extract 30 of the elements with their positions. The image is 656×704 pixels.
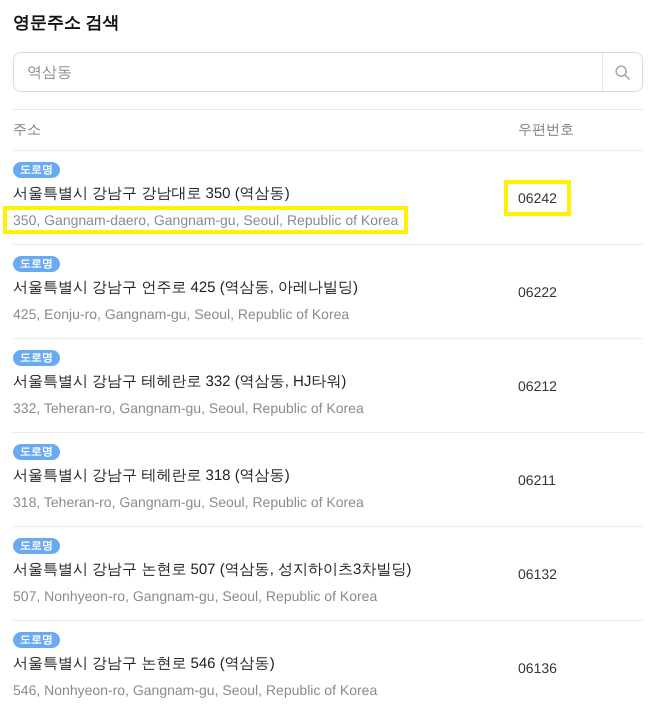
english-address[interactable]: 507, Nonhyeon-ro, Gangnam-gu, Seoul, Republic of Korea — [13, 586, 378, 606]
english-address[interactable]: 332, Teheran-ro, Gangnam-gu, Seoul, Republic of Korea — [13, 398, 364, 418]
english-address[interactable]: 350, Gangnam-daero, Gangnam-gu, Seoul, Republic of Korea — [3, 206, 408, 234]
korean-address[interactable]: 서울특별시 강남구 논현로 507 (역삼동, 성지하이츠3차빌딩) — [13, 560, 412, 580]
road-name-badge: 도로명 — [13, 538, 60, 554]
search-button[interactable] — [602, 52, 643, 92]
korean-address[interactable]: 서울특별시 강남구 강남대로 350 (역삼동) — [13, 184, 290, 204]
english-address[interactable]: 318, Teheran-ro, Gangnam-gu, Seoul, Republic of Korea — [13, 492, 364, 512]
road-name-badge: 도로명 — [13, 256, 60, 272]
road-name-badge: 도로명 — [13, 632, 60, 648]
postal-code: 06132 — [518, 564, 557, 584]
korean-address[interactable]: 서울특별시 강남구 논현로 546 (역삼동) — [13, 654, 275, 674]
korean-address[interactable]: 서울특별시 강남구 테헤란로 318 (역삼동) — [13, 466, 290, 486]
search-icon — [615, 64, 630, 80]
english-address[interactable]: 425, Eonju-ro, Gangnam-gu, Seoul, Republic of Korea — [13, 304, 350, 324]
english-address[interactable]: 546, Nonhyeon-ro, Gangnam-gu, Seoul, Republic of Korea — [13, 680, 378, 700]
column-header: 주소 — [13, 121, 42, 139]
korean-address[interactable]: 서울특별시 강남구 언주로 425 (역삼동, 아레나빌딩) — [13, 278, 358, 298]
korean-address[interactable]: 서울특별시 강남구 테헤란로 332 (역삼동, HJ타워) — [13, 372, 346, 392]
postal-code: 06222 — [518, 282, 557, 302]
postal-code: 06211 — [518, 470, 556, 490]
road-name-badge: 도로명 — [13, 444, 60, 460]
road-name-badge: 도로명 — [13, 162, 60, 178]
postal-code: 06212 — [518, 376, 557, 396]
search-field[interactable]: 역삼동 — [13, 52, 602, 92]
road-name-badge: 도로명 — [13, 350, 60, 366]
page-title: 영문주소 검색 — [13, 12, 120, 34]
column-header: 우편번호 — [518, 121, 575, 139]
postal-code: 06242 — [504, 180, 571, 216]
postal-code: 06136 — [518, 658, 557, 678]
